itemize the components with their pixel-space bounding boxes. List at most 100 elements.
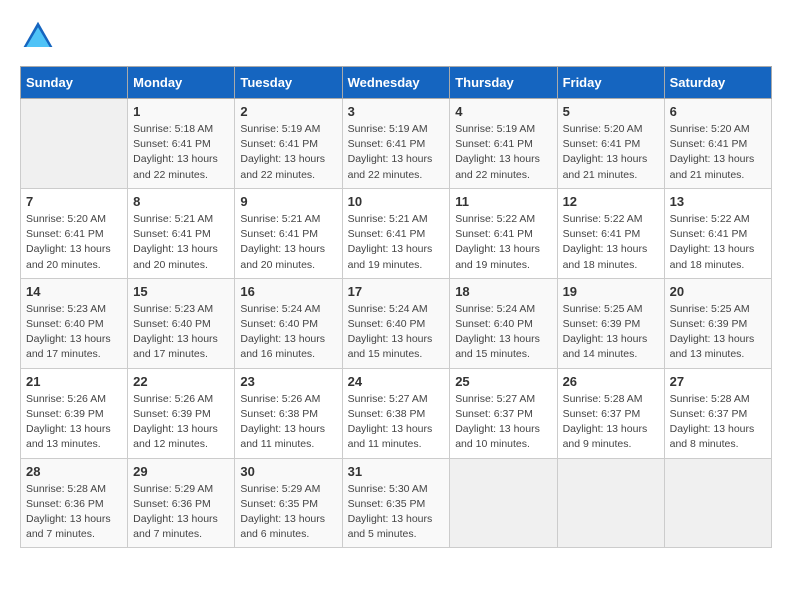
- calendar-week-row: 7 Sunrise: 5:20 AM Sunset: 6:41 PM Daylig…: [21, 188, 772, 278]
- day-info: Sunrise: 5:29 AM Sunset: 6:36 PM Dayligh…: [133, 482, 229, 543]
- day-number: 27: [670, 374, 766, 389]
- calendar-cell: 5Sunrise: 5:20 AM Sunset: 6:41 PM Daylig…: [557, 99, 664, 189]
- calendar-cell: [21, 99, 128, 189]
- column-header-saturday: Saturday: [664, 67, 771, 99]
- day-number: 18: [455, 284, 551, 299]
- day-info: Sunrise: 5:25 AM Sunset: 6:39 PM Dayligh…: [670, 302, 766, 363]
- calendar-cell: [557, 458, 664, 548]
- day-info: Sunrise: 5:23 AM Sunset: 6:40 PM Dayligh…: [133, 302, 229, 363]
- day-number: 29: [133, 464, 229, 479]
- logo: [20, 20, 62, 56]
- day-info: Sunrise: 5:20 AM Sunset: 6:41 PM Dayligh…: [563, 122, 659, 183]
- day-number: 11: [455, 194, 551, 209]
- calendar-cell: 30 Sunrise: 5:29 AM Sunset: 6:35 PM Dayli…: [235, 458, 342, 548]
- calendar-week-row: 14 Sunrise: 5:23 AM Sunset: 6:40 PM Dayli…: [21, 278, 772, 368]
- calendar-cell: 7 Sunrise: 5:20 AM Sunset: 6:41 PM Daylig…: [21, 188, 128, 278]
- day-info: Sunrise: 5:27 AM Sunset: 6:38 PM Dayligh…: [348, 392, 445, 453]
- day-number: 23: [240, 374, 336, 389]
- day-info: Sunrise: 5:24 AM Sunset: 6:40 PM Dayligh…: [240, 302, 336, 363]
- calendar-week-row: 28 Sunrise: 5:28 AM Sunset: 6:36 PM Dayli…: [21, 458, 772, 548]
- day-number: 20: [670, 284, 766, 299]
- calendar-cell: 21 Sunrise: 5:26 AM Sunset: 6:39 PM Dayli…: [21, 368, 128, 458]
- day-number: 13: [670, 194, 766, 209]
- day-number: 17: [348, 284, 445, 299]
- calendar-cell: 14 Sunrise: 5:23 AM Sunset: 6:40 PM Dayli…: [21, 278, 128, 368]
- calendar-cell: 1 Sunrise: 5:18 AM Sunset: 6:41 PM Daylig…: [128, 99, 235, 189]
- day-number: 16: [240, 284, 336, 299]
- day-number: 19: [563, 284, 659, 299]
- column-header-monday: Monday: [128, 67, 235, 99]
- column-header-thursday: Thursday: [450, 67, 557, 99]
- day-number: 25: [455, 374, 551, 389]
- calendar-cell: 3 Sunrise: 5:19 AM Sunset: 6:41 PM Daylig…: [342, 99, 450, 189]
- day-info: Sunrise: 5:26 AM Sunset: 6:38 PM Dayligh…: [240, 392, 336, 453]
- day-number: 1: [133, 104, 229, 119]
- day-number: 26: [563, 374, 659, 389]
- calendar-cell: 11 Sunrise: 5:22 AM Sunset: 6:41 PM Dayli…: [450, 188, 557, 278]
- day-info: Sunrise: 5:23 AM Sunset: 6:40 PM Dayligh…: [26, 302, 122, 363]
- calendar-cell: 23 Sunrise: 5:26 AM Sunset: 6:38 PM Dayli…: [235, 368, 342, 458]
- day-info: Sunrise: 5:18 AM Sunset: 6:41 PM Dayligh…: [133, 122, 229, 183]
- calendar-cell: 22 Sunrise: 5:26 AM Sunset: 6:39 PM Dayli…: [128, 368, 235, 458]
- calendar-cell: 12 Sunrise: 5:22 AM Sunset: 6:41 PM Dayli…: [557, 188, 664, 278]
- calendar-header-row: SundayMondayTuesdayWednesdayThursdayFrid…: [21, 67, 772, 99]
- day-info: Sunrise: 5:22 AM Sunset: 6:41 PM Dayligh…: [563, 212, 659, 273]
- column-header-wednesday: Wednesday: [342, 67, 450, 99]
- calendar-cell: 26 Sunrise: 5:28 AM Sunset: 6:37 PM Dayli…: [557, 368, 664, 458]
- day-info: Sunrise: 5:29 AM Sunset: 6:35 PM Dayligh…: [240, 482, 336, 543]
- day-info: Sunrise: 5:20 AM Sunset: 6:41 PM Dayligh…: [26, 212, 122, 273]
- day-number: 14: [26, 284, 122, 299]
- day-info: Sunrise: 5:21 AM Sunset: 6:41 PM Dayligh…: [133, 212, 229, 273]
- day-info: Sunrise: 5:19 AM Sunset: 6:41 PM Dayligh…: [455, 122, 551, 183]
- day-number: 4: [455, 104, 551, 119]
- calendar-cell: 9 Sunrise: 5:21 AM Sunset: 6:41 PM Daylig…: [235, 188, 342, 278]
- calendar-cell: 2Sunrise: 5:19 AM Sunset: 6:41 PM Daylig…: [235, 99, 342, 189]
- day-info: Sunrise: 5:26 AM Sunset: 6:39 PM Dayligh…: [133, 392, 229, 453]
- calendar-table: SundayMondayTuesdayWednesdayThursdayFrid…: [20, 66, 772, 548]
- calendar-cell: 13Sunrise: 5:22 AM Sunset: 6:41 PM Dayli…: [664, 188, 771, 278]
- day-number: 8: [133, 194, 229, 209]
- calendar-week-row: 21 Sunrise: 5:26 AM Sunset: 6:39 PM Dayli…: [21, 368, 772, 458]
- calendar-cell: 19Sunrise: 5:25 AM Sunset: 6:39 PM Dayli…: [557, 278, 664, 368]
- day-info: Sunrise: 5:28 AM Sunset: 6:37 PM Dayligh…: [563, 392, 659, 453]
- day-number: 3: [348, 104, 445, 119]
- day-info: Sunrise: 5:28 AM Sunset: 6:37 PM Dayligh…: [670, 392, 766, 453]
- day-number: 22: [133, 374, 229, 389]
- day-number: 6: [670, 104, 766, 119]
- calendar-cell: 28 Sunrise: 5:28 AM Sunset: 6:36 PM Dayli…: [21, 458, 128, 548]
- page-header: [20, 20, 772, 56]
- day-number: 9: [240, 194, 336, 209]
- day-number: 21: [26, 374, 122, 389]
- day-number: 12: [563, 194, 659, 209]
- day-info: Sunrise: 5:26 AM Sunset: 6:39 PM Dayligh…: [26, 392, 122, 453]
- logo-icon: [20, 20, 56, 56]
- calendar-cell: 6 Sunrise: 5:20 AM Sunset: 6:41 PM Daylig…: [664, 99, 771, 189]
- day-number: 31: [348, 464, 445, 479]
- day-info: Sunrise: 5:28 AM Sunset: 6:36 PM Dayligh…: [26, 482, 122, 543]
- day-number: 15: [133, 284, 229, 299]
- calendar-cell: 10 Sunrise: 5:21 AM Sunset: 6:41 PM Dayli…: [342, 188, 450, 278]
- calendar-cell: [450, 458, 557, 548]
- day-info: Sunrise: 5:20 AM Sunset: 6:41 PM Dayligh…: [670, 122, 766, 183]
- day-number: 30: [240, 464, 336, 479]
- day-info: Sunrise: 5:24 AM Sunset: 6:40 PM Dayligh…: [348, 302, 445, 363]
- day-info: Sunrise: 5:21 AM Sunset: 6:41 PM Dayligh…: [240, 212, 336, 273]
- day-number: 24: [348, 374, 445, 389]
- day-info: Sunrise: 5:21 AM Sunset: 6:41 PM Dayligh…: [348, 212, 445, 273]
- day-info: Sunrise: 5:19 AM Sunset: 6:41 PM Dayligh…: [240, 122, 336, 183]
- day-number: 28: [26, 464, 122, 479]
- day-info: Sunrise: 5:22 AM Sunset: 6:41 PM Dayligh…: [455, 212, 551, 273]
- calendar-cell: 16 Sunrise: 5:24 AM Sunset: 6:40 PM Dayli…: [235, 278, 342, 368]
- column-header-friday: Friday: [557, 67, 664, 99]
- column-header-sunday: Sunday: [21, 67, 128, 99]
- calendar-cell: [664, 458, 771, 548]
- calendar-cell: 17 Sunrise: 5:24 AM Sunset: 6:40 PM Dayli…: [342, 278, 450, 368]
- day-info: Sunrise: 5:27 AM Sunset: 6:37 PM Dayligh…: [455, 392, 551, 453]
- calendar-cell: 29 Sunrise: 5:29 AM Sunset: 6:36 PM Dayli…: [128, 458, 235, 548]
- calendar-cell: 15 Sunrise: 5:23 AM Sunset: 6:40 PM Dayli…: [128, 278, 235, 368]
- day-number: 7: [26, 194, 122, 209]
- day-info: Sunrise: 5:19 AM Sunset: 6:41 PM Dayligh…: [348, 122, 445, 183]
- calendar-week-row: 1 Sunrise: 5:18 AM Sunset: 6:41 PM Daylig…: [21, 99, 772, 189]
- day-info: Sunrise: 5:30 AM Sunset: 6:35 PM Dayligh…: [348, 482, 445, 543]
- day-number: 10: [348, 194, 445, 209]
